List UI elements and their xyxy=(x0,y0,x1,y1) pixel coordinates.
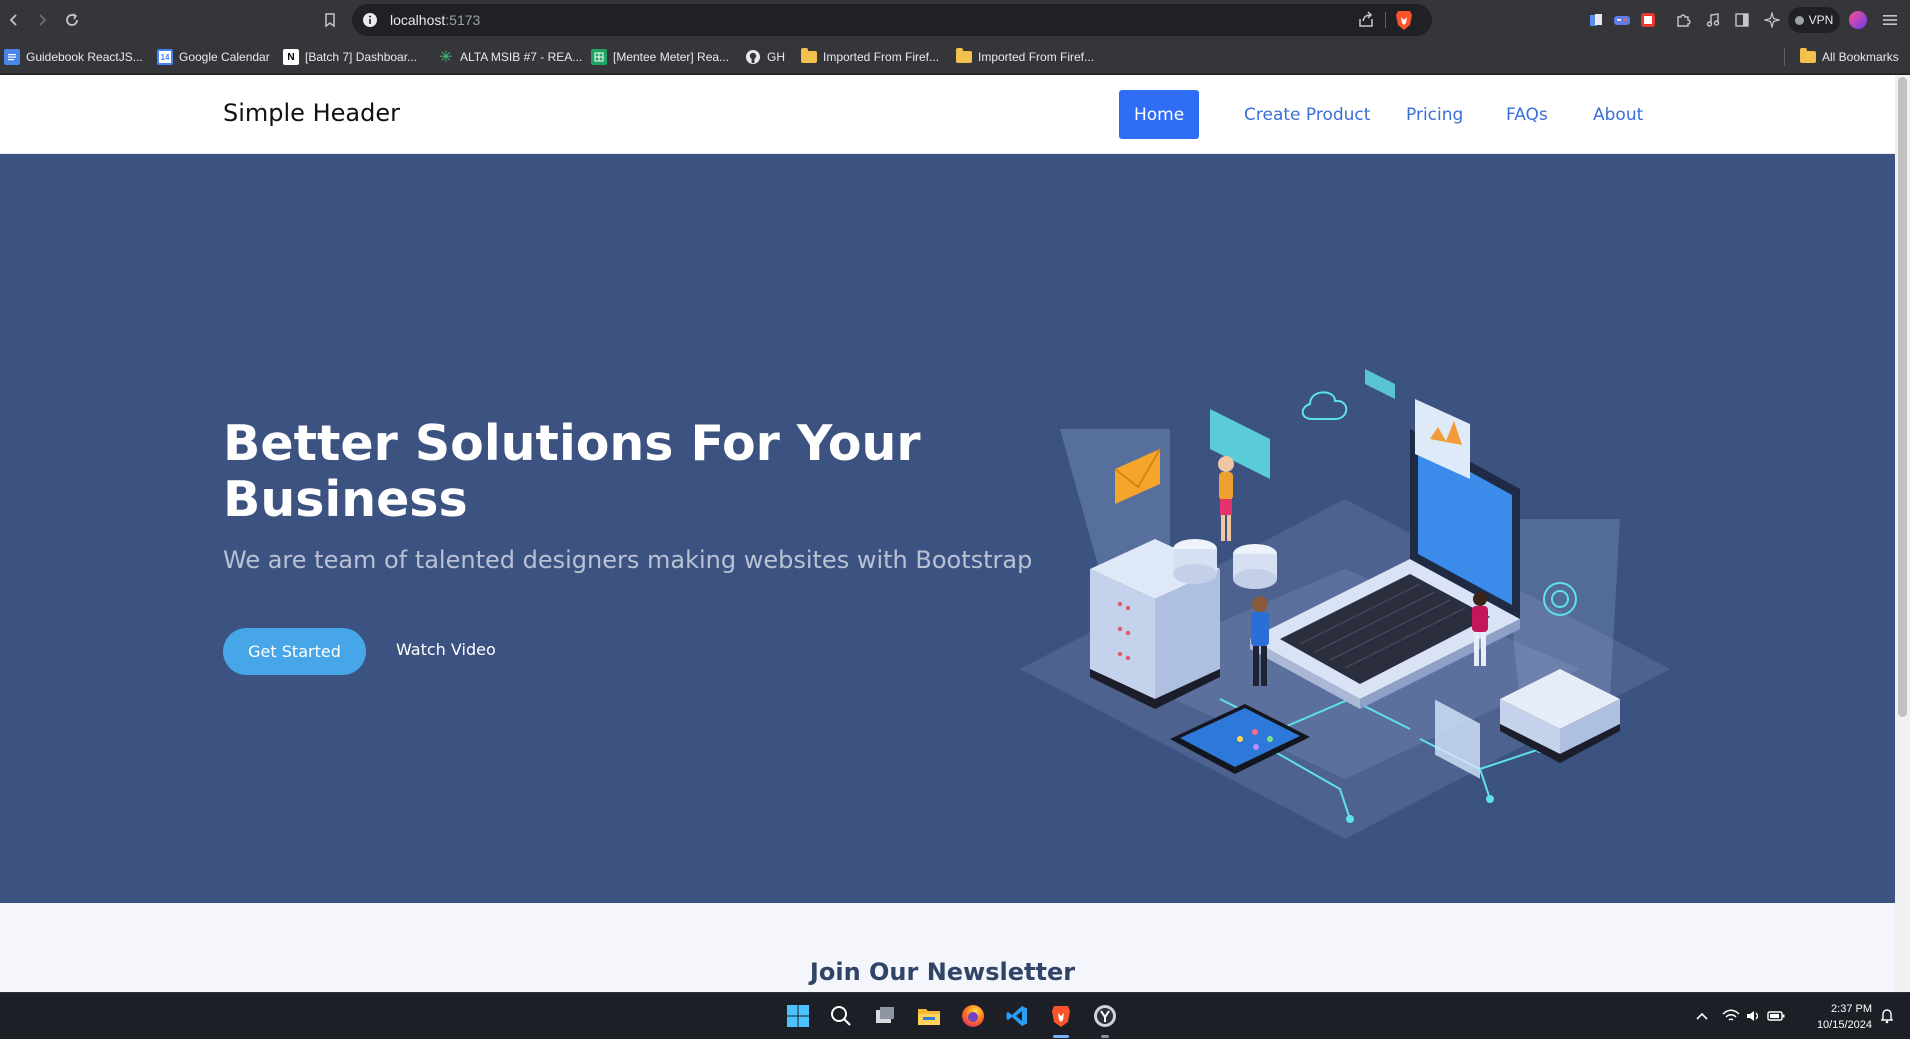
get-started-button[interactable]: Get Started xyxy=(223,628,366,675)
app-icon[interactable] xyxy=(1090,1001,1120,1031)
running-app-indicator xyxy=(1101,1035,1109,1038)
reload-icon[interactable] xyxy=(60,8,84,32)
extensions-puzzle-icon[interactable] xyxy=(1672,9,1694,31)
profile-avatar-icon[interactable] xyxy=(1847,9,1869,31)
folder-icon xyxy=(1800,48,1816,65)
vpn-status-icon xyxy=(1794,15,1804,25)
bookmark-folder[interactable]: Imported From Firef... xyxy=(801,47,939,67)
leo-ai-icon[interactable] xyxy=(1761,9,1783,31)
bookmark-item[interactable]: GH xyxy=(745,47,785,67)
github-icon xyxy=(745,49,761,65)
calendar-icon: 14 xyxy=(157,49,173,65)
bookmark-label: [Batch 7] Dashboar... xyxy=(305,50,418,64)
bookmark-item[interactable]: [Mentee Meter] Rea... xyxy=(591,47,729,67)
active-app-indicator xyxy=(1053,1035,1069,1038)
battery-icon[interactable] xyxy=(1767,1007,1785,1025)
back-icon[interactable] xyxy=(2,8,26,32)
extension-red-icon[interactable] xyxy=(1637,9,1659,31)
firefox-icon[interactable] xyxy=(958,1001,988,1031)
bookmark-label: [Mentee Meter] Rea... xyxy=(613,50,730,64)
volume-icon[interactable] xyxy=(1744,1007,1762,1025)
newsletter-section: Join Our Newsletter xyxy=(0,903,1895,992)
hero-illustration xyxy=(1020,369,1670,839)
person-figure xyxy=(1218,456,1234,541)
bookmark-item[interactable]: Guidebook ReactJS... xyxy=(4,47,143,67)
site-info-icon[interactable] xyxy=(362,12,378,28)
bookmarks-bar: Guidebook ReactJS... 14 Google Calendar … xyxy=(0,40,1910,74)
scrollbar-thumb[interactable] xyxy=(1898,77,1907,717)
media-music-icon[interactable] xyxy=(1702,9,1724,31)
bookmark-label: Guidebook ReactJS... xyxy=(26,50,143,64)
forward-icon[interactable] xyxy=(30,8,54,32)
hero-title: Better Solutions For Your Business xyxy=(223,415,921,528)
asterisk-icon: ✳ xyxy=(439,49,453,66)
folder-icon xyxy=(801,48,817,65)
folder-icon xyxy=(956,48,972,65)
address-divider xyxy=(1385,12,1386,28)
address-bar[interactable]: localhost:5173 xyxy=(352,4,1432,36)
sidebar-toggle-icon[interactable] xyxy=(1731,9,1753,31)
hero-subtitle: We are team of talented designers making… xyxy=(223,546,1033,574)
url-text[interactable]: localhost:5173 xyxy=(390,12,480,28)
url-host: localhost xyxy=(390,12,446,28)
show-hidden-icons-chevron-icon[interactable] xyxy=(1693,1007,1711,1025)
bookmark-icon[interactable] xyxy=(318,8,342,32)
extension-controller-icon[interactable] xyxy=(1611,9,1633,31)
task-view-icon[interactable] xyxy=(870,1001,900,1031)
newsletter-title: Join Our Newsletter xyxy=(809,958,1076,986)
url-port: :5173 xyxy=(445,12,481,28)
notion-icon: N xyxy=(283,49,299,65)
page-viewport: Simple Header Home Create Product Pricin… xyxy=(0,75,1895,992)
site-brand[interactable]: Simple Header xyxy=(223,99,400,127)
extension-doc-icon[interactable] xyxy=(1585,9,1607,31)
screen: localhost:5173 VPN Guidebook ReactJS... … xyxy=(0,0,1910,1039)
nav-about[interactable]: About xyxy=(1593,90,1643,139)
bookmark-folder[interactable]: Imported From Firef... xyxy=(956,47,1094,67)
bookmark-label: ALTA MSIB #7 - REA... xyxy=(460,50,583,64)
menu-icon[interactable] xyxy=(1879,9,1901,31)
all-bookmarks[interactable]: All Bookmarks xyxy=(1800,47,1899,67)
start-icon[interactable] xyxy=(783,1001,813,1031)
nav-pricing[interactable]: Pricing xyxy=(1406,90,1463,139)
brave-shields-icon[interactable] xyxy=(1394,9,1414,31)
bookmark-label: GH xyxy=(767,50,785,64)
system-clock[interactable]: 2:37 PM 10/15/2024 xyxy=(1800,1001,1872,1033)
bookmark-label: Imported From Firef... xyxy=(823,50,940,64)
bookmark-item[interactable]: N [Batch 7] Dashboar... xyxy=(283,47,417,67)
vpn-button[interactable]: VPN xyxy=(1788,7,1840,33)
wifi-icon[interactable] xyxy=(1722,1007,1740,1025)
brave-icon[interactable] xyxy=(1046,1001,1076,1031)
vscode-icon[interactable] xyxy=(1002,1001,1032,1031)
file-explorer-icon[interactable] xyxy=(914,1001,944,1031)
bookmark-item[interactable]: 14 Google Calendar xyxy=(157,47,270,67)
bookmark-label: Imported From Firef... xyxy=(978,50,1095,64)
bookmarks-divider xyxy=(1784,48,1785,66)
sheets-icon xyxy=(591,49,607,65)
hero-section: Better Solutions For Your Business We ar… xyxy=(0,154,1895,903)
nav-home[interactable]: Home xyxy=(1119,90,1200,139)
all-bookmarks-label: All Bookmarks xyxy=(1822,50,1899,64)
clock-time: 2:37 PM xyxy=(1831,1003,1872,1015)
page-scrollbar[interactable] xyxy=(1895,75,1910,992)
taskbar: 2:37 PM 10/15/2024 xyxy=(0,992,1910,1039)
search-icon[interactable] xyxy=(826,1001,856,1031)
nav-faqs[interactable]: FAQs xyxy=(1506,90,1548,139)
clock-date: 10/15/2024 xyxy=(1816,1019,1872,1031)
bookmark-item[interactable]: ✳ ALTA MSIB #7 - REA... xyxy=(438,47,582,67)
vpn-label: VPN xyxy=(1808,13,1834,27)
site-header: Simple Header Home Create Product Pricin… xyxy=(0,75,1895,154)
docs-icon xyxy=(4,49,20,65)
watch-video-link[interactable]: Watch Video xyxy=(396,640,496,659)
browser-toolbar: localhost:5173 VPN xyxy=(0,0,1910,40)
nav-create-product[interactable]: Create Product xyxy=(1244,90,1370,139)
share-icon[interactable] xyxy=(1356,10,1376,30)
bookmark-label: Google Calendar xyxy=(179,50,270,64)
notification-icon[interactable] xyxy=(1878,1007,1896,1025)
